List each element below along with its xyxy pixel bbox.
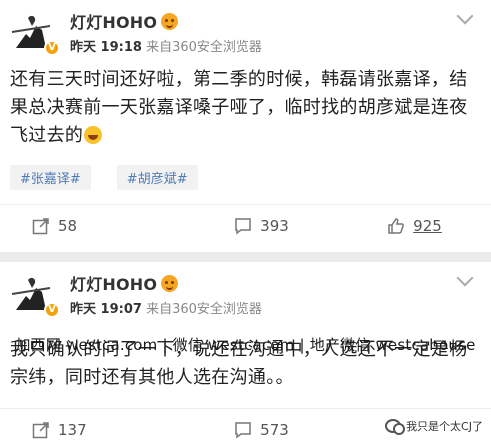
comment-count: 573 [260, 421, 289, 439]
chevron-down-icon[interactable] [456, 7, 474, 25]
repost-button[interactable]: 137 [0, 410, 185, 446]
post-source: 来自360安全浏览器 [146, 40, 262, 55]
username[interactable]: 灯灯HOHO [70, 271, 157, 295]
laugh-emoji-icon [84, 126, 103, 144]
post-meta: 昨天 19:07 来自360安全浏览器 [70, 298, 262, 317]
like-count: 925 [413, 217, 442, 235]
comment-button[interactable]: 393 [185, 206, 338, 246]
comment-count: 393 [260, 217, 289, 235]
tag-list: #张嘉译# #胡彦斌# [10, 165, 198, 190]
repost-button[interactable]: 58 [0, 206, 185, 246]
user-line: 灯灯HOHO [70, 9, 179, 33]
post-time[interactable]: 昨天 19:18 [70, 40, 142, 55]
divider [0, 408, 491, 409]
wechat-account-name: 我只是个太CJ了 [406, 420, 483, 433]
action-bar: 58 393 925 [0, 206, 491, 246]
post-source: 来自360安全浏览器 [146, 302, 262, 317]
chevron-down-icon[interactable] [456, 269, 474, 287]
post-content-text: 还有三天时间还好啦，第二季的时候，韩磊请张嘉译，结果总决赛前一天张嘉译嗓子哑了，… [10, 69, 468, 146]
tag-zhang-jiayi[interactable]: #张嘉译# [10, 165, 91, 190]
like-button[interactable]: 925 [338, 206, 491, 246]
repost-count: 58 [58, 217, 78, 235]
user-line: 灯灯HOHO [70, 271, 179, 295]
username[interactable]: 灯灯HOHO [70, 9, 157, 33]
verified-badge: V [44, 302, 60, 318]
vip-smiley-icon [161, 12, 179, 30]
like-icon [388, 218, 405, 234]
post-content: 还有三天时间还好啦，第二季的时候，韩磊请张嘉译，结果总决赛前一天张嘉译嗓子哑了，… [10, 66, 481, 150]
weibo-post-1: V 灯灯HOHO 昨天 19:18 来自360安全浏览器 还有三天时间还好啦，第… [0, 0, 491, 252]
vip-smiley-icon [161, 274, 179, 292]
watermark-text: 加西网 westca.com | 微信 westcacom | 地产微信 wes… [15, 336, 476, 354]
comment-icon [235, 218, 251, 235]
post-meta: 昨天 19:18 来自360安全浏览器 [70, 36, 262, 55]
divider [0, 204, 491, 205]
tag-hu-yanbin[interactable]: #胡彦斌# [116, 165, 198, 190]
comment-button[interactable]: 573 [185, 410, 338, 446]
repost-icon [32, 218, 49, 235]
comment-icon [235, 422, 251, 439]
verified-badge: V [44, 40, 60, 56]
wechat-account-logo: 我只是个太CJ了 [385, 418, 483, 435]
repost-count: 137 [58, 421, 87, 439]
repost-icon [32, 422, 49, 439]
wechat-icon [385, 419, 406, 435]
post-time[interactable]: 昨天 19:07 [70, 302, 142, 317]
